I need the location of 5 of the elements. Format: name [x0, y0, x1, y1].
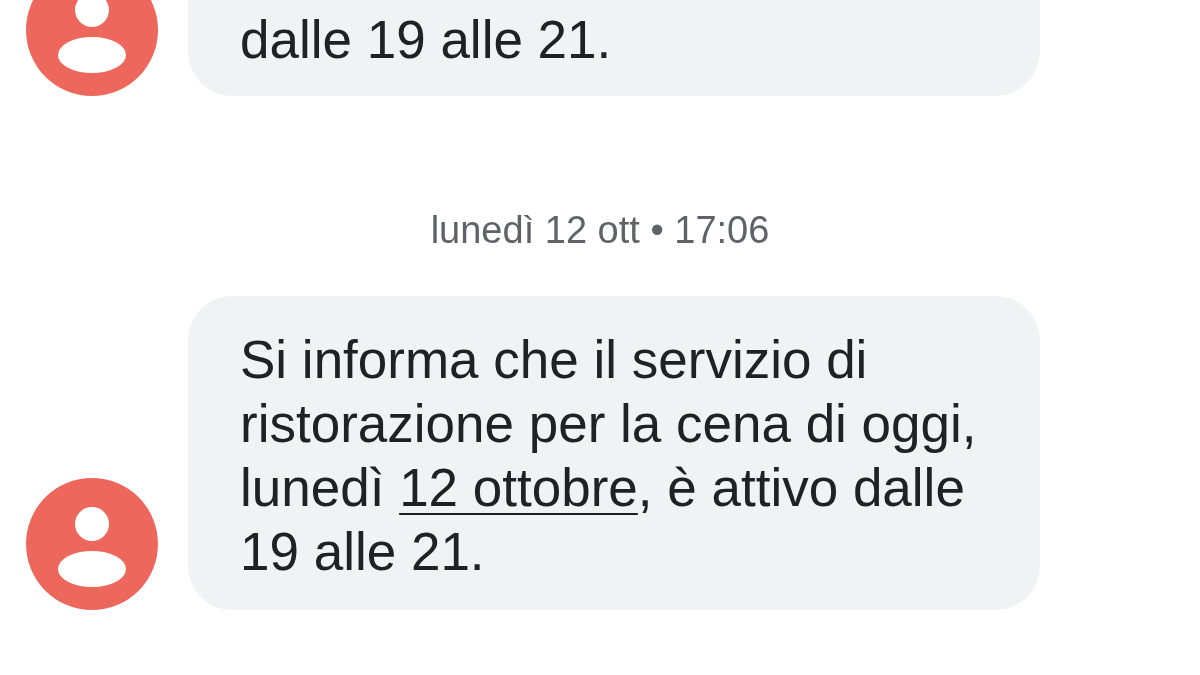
message-text: Si informa che il servizio di ristorazione per la cena di oggi, lunedì 12 ottobre, è attivo dalle 19 alle 21. — [240, 329, 978, 583]
message-timestamp: lunedì 12 ott • 17:06 — [430, 208, 770, 253]
date-link[interactable]: 12 ottobre — [399, 458, 638, 517]
person-avatar-icon — [26, 478, 158, 610]
message-text: dalle 19 alle 21. — [240, 9, 613, 71]
